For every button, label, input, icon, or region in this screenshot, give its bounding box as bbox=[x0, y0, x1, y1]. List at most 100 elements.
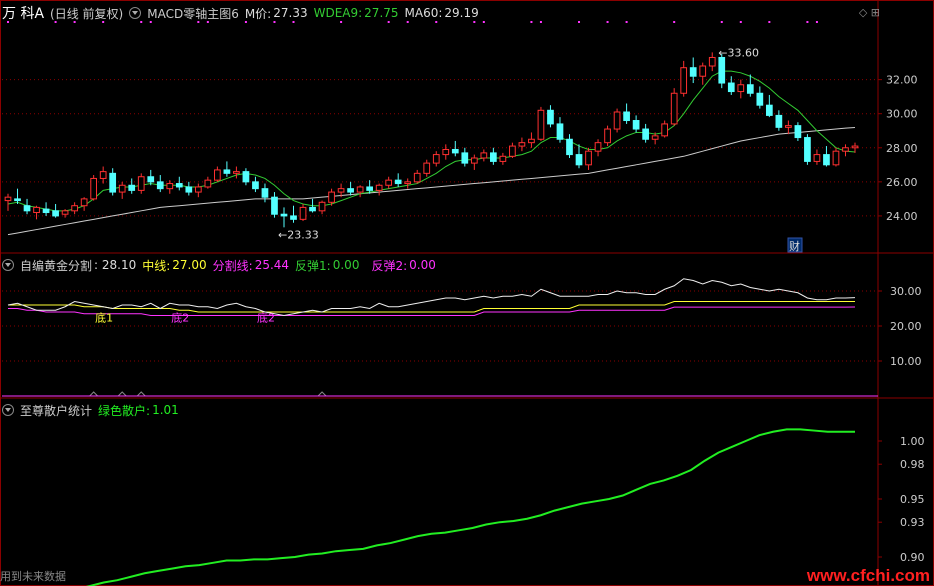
candle-body bbox=[480, 152, 488, 159]
candle-body bbox=[318, 201, 326, 212]
panel2-name[interactable]: 自编黄金分割 bbox=[20, 257, 92, 274]
candle-body bbox=[442, 148, 450, 156]
fan1-value: 0.00 bbox=[332, 258, 360, 272]
signal-dot bbox=[578, 21, 581, 23]
candle-body bbox=[518, 142, 526, 147]
indicator3-dropdown-icon[interactable] bbox=[2, 404, 14, 416]
candle-body bbox=[252, 181, 259, 190]
y-tick-label: 0.93 bbox=[900, 516, 925, 529]
split-label: 分割线: bbox=[212, 258, 253, 273]
bottom-marker bbox=[89, 391, 99, 397]
candle-body bbox=[156, 181, 164, 190]
candle-body bbox=[746, 84, 754, 94]
candle-body bbox=[823, 154, 830, 166]
y-tick-label: 0.98 bbox=[900, 458, 925, 471]
fan2-value: 0.00 bbox=[409, 258, 436, 272]
candle-body bbox=[537, 109, 545, 140]
candle-body bbox=[470, 157, 478, 164]
candle-body bbox=[309, 206, 316, 212]
candle-body bbox=[832, 150, 840, 166]
candle-body bbox=[490, 152, 497, 162]
candle-body bbox=[23, 205, 31, 212]
panel2-header: 自编黄金分割 : 28.10 中线: 27.00 分割线: 25.44 反弹1:… bbox=[2, 256, 442, 274]
y-tick-label: 0.90 bbox=[900, 551, 925, 564]
panel-controls: ◇ ⊞ bbox=[859, 6, 880, 19]
candle-body bbox=[90, 177, 98, 200]
wdea-label: WDEA9: bbox=[313, 6, 363, 20]
candle-body bbox=[547, 109, 554, 125]
main-panel-header: 万 科A (日线 前复权) MACD零轴主图6 M价: 27.33 WDEA9:… bbox=[2, 4, 485, 22]
candle-body bbox=[413, 172, 421, 183]
candle-body bbox=[566, 138, 573, 156]
candle-body bbox=[499, 155, 507, 162]
indicator2-dropdown-icon[interactable] bbox=[2, 259, 14, 271]
candle-body bbox=[71, 205, 78, 212]
candle-body bbox=[137, 176, 145, 191]
candle-body bbox=[623, 111, 630, 122]
candle-body bbox=[128, 184, 136, 191]
candle-body bbox=[14, 198, 21, 202]
panel2-value: : 28.10 bbox=[94, 258, 137, 272]
signal-dot bbox=[606, 21, 609, 23]
candle-body bbox=[147, 176, 155, 183]
candle-body bbox=[185, 186, 193, 193]
indicator-name[interactable]: MACD零轴主图6 bbox=[147, 5, 239, 22]
y-tick-label: 0.95 bbox=[900, 493, 925, 506]
candle-body bbox=[242, 171, 250, 183]
candle-body bbox=[670, 92, 678, 125]
bottom-signal-label: 底2 bbox=[171, 311, 189, 325]
y-tick-label: 24.00 bbox=[886, 210, 918, 223]
mid-label: 中线: bbox=[142, 258, 171, 273]
candle-body bbox=[785, 125, 792, 128]
candle-body bbox=[451, 148, 459, 154]
expand-icon[interactable]: ⊞ bbox=[871, 6, 880, 19]
indicator-dropdown-icon[interactable] bbox=[129, 7, 142, 19]
candle-body bbox=[661, 123, 669, 137]
candle-body bbox=[299, 206, 307, 220]
candle-body bbox=[575, 154, 583, 166]
golden-line bbox=[7, 278, 856, 317]
bottom-signal-label: 底1 bbox=[95, 311, 113, 325]
candle-body bbox=[594, 142, 602, 152]
signal-dot bbox=[739, 21, 742, 23]
candle-body bbox=[804, 137, 811, 162]
candle-body bbox=[613, 111, 621, 130]
y-tick-label: 30.00 bbox=[890, 285, 922, 298]
candle-body bbox=[385, 179, 393, 186]
panel3-name[interactable]: 至尊散户统计 bbox=[20, 402, 92, 419]
candle-body bbox=[756, 92, 764, 106]
period-label[interactable]: (日线 前复权) bbox=[50, 5, 123, 22]
stock-name[interactable]: 万 科A bbox=[2, 3, 44, 23]
signal-dot bbox=[539, 21, 542, 23]
candle-body bbox=[461, 152, 469, 164]
candle-body bbox=[328, 191, 335, 203]
candle-body bbox=[727, 82, 735, 93]
candle-body bbox=[204, 179, 212, 188]
candle-body bbox=[585, 150, 592, 166]
fan2-label: 反弹2: bbox=[371, 258, 408, 273]
candle-body bbox=[347, 188, 354, 193]
candle-body bbox=[632, 120, 640, 130]
candle-body bbox=[337, 188, 345, 193]
candle-body bbox=[699, 65, 707, 77]
candle-body bbox=[280, 213, 288, 217]
fan1-label: 反弹1: bbox=[295, 258, 331, 273]
candle-body bbox=[642, 128, 649, 140]
candle-body bbox=[223, 169, 231, 174]
candle-body bbox=[651, 135, 659, 140]
m-price-value: 27.33 bbox=[273, 6, 308, 20]
candle-body bbox=[718, 56, 726, 84]
high-price-label: ←33.60 bbox=[718, 46, 759, 59]
y-tick-label: 26.00 bbox=[886, 176, 918, 189]
candle-body bbox=[356, 186, 364, 193]
candle-body bbox=[432, 154, 440, 164]
green-retail-line bbox=[85, 428, 855, 586]
candle-body bbox=[166, 183, 174, 190]
diamond-icon[interactable]: ◇ bbox=[859, 6, 867, 19]
site-watermark: www.cfchi.com bbox=[806, 566, 930, 585]
panel3-header: 至尊散户统计 绿色散户: 1.01 bbox=[2, 401, 185, 419]
candle-body bbox=[528, 138, 535, 144]
signal-dot bbox=[625, 21, 628, 23]
candle-body bbox=[109, 172, 117, 193]
y-tick-label: 30.00 bbox=[886, 108, 918, 121]
